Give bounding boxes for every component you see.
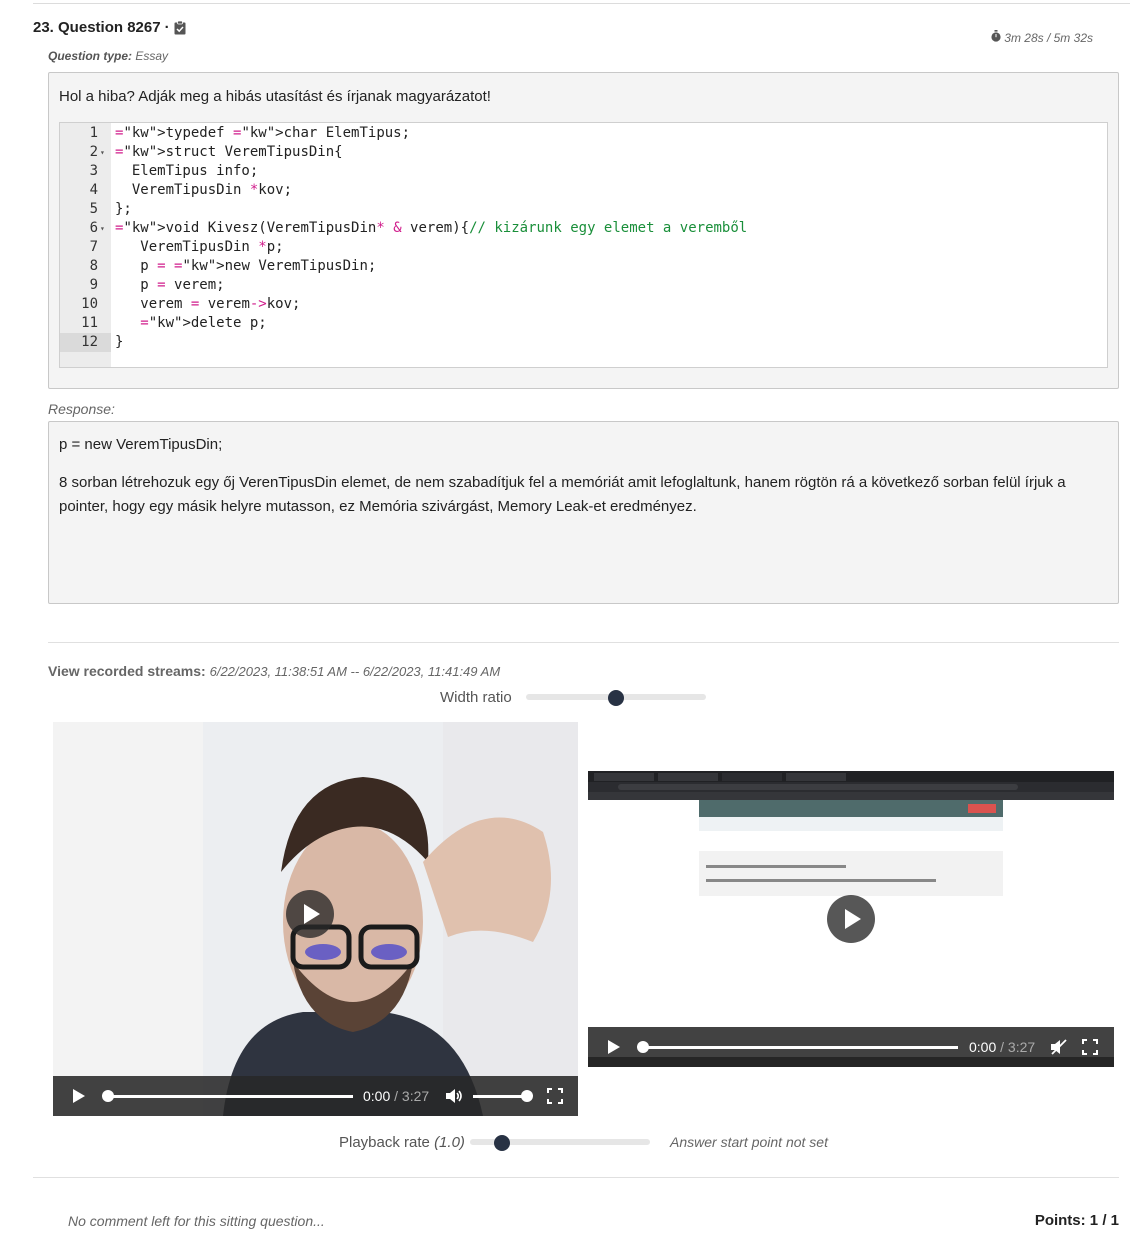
bottom-divider [33,1177,1119,1178]
code-line: 9 p = verem; [60,276,1107,295]
fullscreen-icon[interactable] [547,1088,563,1109]
question-type: Question type: Essay [48,49,169,63]
code-text: ="kw">delete p; [140,315,267,331]
code-text: VeremTipusDin *p; [115,239,284,255]
line-number: 5 [89,201,98,217]
code-line: 4 VeremTipusDin *kov; [60,181,1107,200]
question-header: 23. Question 8267 · [33,19,186,36]
code-text: ="kw">void Kivesz(VeremTipusDin* & verem… [115,220,748,236]
line-number: 1 [89,125,98,141]
line-number: 6 [89,220,98,236]
line-number: 2 [89,144,98,160]
code-text: p = verem; [115,277,225,293]
response-box: p = new VeremTipusDin; 8 sorban létrehoz… [48,421,1119,604]
question-timer: 3m 28s / 5m 32s [991,30,1093,45]
stopwatch-icon [991,30,1001,45]
volume-icon[interactable] [445,1088,463,1109]
screen-fullscreen-icon[interactable] [1082,1039,1098,1060]
line-number: 9 [89,277,98,293]
webcam-play-button[interactable] [73,1089,85,1103]
line-number: 11 [81,315,98,331]
code-text: ="kw">struct VeremTipusDin{ [115,144,343,160]
line-number: 12 [60,333,111,352]
question-title: 23. Question 8267 [33,19,161,36]
width-ratio-label: Width ratio [440,689,512,706]
code-line: 7 VeremTipusDin *p; [60,238,1107,257]
response-paragraph: 8 sorban létrehozuk egy őj VerenTipusDin… [59,474,1066,515]
code-line: 5}; [60,200,1107,219]
timer-text: 3m 28s / 5m 32s [1004,30,1093,45]
webcam-play-overlay[interactable] [286,890,334,938]
screen-play-button[interactable] [608,1040,620,1054]
muted-volume-icon[interactable] [1050,1039,1068,1060]
code-text: p = ="kw">new VeremTipusDin; [115,258,377,274]
screen-progress-bar[interactable] [642,1046,958,1049]
response-first-line: p = new VeremTipusDin; [59,436,223,453]
code-line: 8 p = ="kw">new VeremTipusDin; [60,257,1107,276]
width-ratio-slider-knob[interactable] [608,690,624,706]
clipboard-check-icon[interactable] [174,20,186,35]
answer-start-status: Answer start point not set [670,1134,828,1150]
screen-progress-knob[interactable] [637,1041,649,1053]
webcam-progress-bar[interactable] [107,1095,353,1098]
fold-toggle-icon[interactable]: ▾ [100,219,105,238]
code-text: } [115,334,124,350]
comment-placeholder: No comment left for this sitting questio… [68,1213,325,1229]
code-line: 11 ="kw">delete p; [60,314,1107,333]
line-number: 10 [81,296,98,312]
question-box: Hol a hiba? Adják meg a hibás utasítást … [48,72,1119,389]
volume-slider-knob[interactable] [521,1090,533,1102]
code-line: 6 ▾ ="kw">void Kivesz(VeremTipusDin* & ver… [60,219,1107,238]
title-separator: · [164,19,170,36]
screen-control-bar: 0:00 / 3:27 [588,1027,1114,1067]
line-number: 3 [89,163,98,179]
question-prompt: Hol a hiba? Adják meg a hibás utasítást … [59,88,491,105]
code-text: ="kw">typedef ="kw">char ElemTipus; [115,125,411,141]
line-number: 4 [89,182,98,198]
line-number: 7 [89,239,98,255]
screen-play-overlay[interactable] [827,895,875,943]
line-number: 8 [89,258,98,274]
streams-label: View recorded streams: [48,663,206,679]
streams-range: 6/22/2023, 11:38:51 AM -- 6/22/2023, 11:… [209,664,501,679]
screen-recording-video[interactable]: 0:00 / 3:27 [588,771,1114,1067]
code-line: 12} [60,333,1107,352]
webcam-video[interactable]: 0:00 / 3:27 [53,722,578,1116]
code-line: 3 ElemTipus info; [60,162,1107,181]
section-divider [48,642,1119,643]
code-line: 2 ▾ ="kw">struct VeremTipusDin{ [60,143,1107,162]
response-label: Response: [48,401,115,417]
screen-time: 0:00 / 3:27 [969,1039,1036,1055]
playback-rate-label: Playback rate (1.0) [339,1134,465,1151]
volume-slider[interactable] [473,1095,527,1098]
code-text: verem = verem->kov; [115,296,301,312]
code-text: }; [115,201,132,217]
points-score: Points: 1 / 1 [1034,1212,1119,1229]
webcam-control-bar: 0:00 / 3:27 [53,1076,578,1116]
fold-toggle-icon[interactable]: ▾ [100,143,105,162]
recorded-streams-line: View recorded streams: 6/22/2023, 11:38:… [48,663,500,679]
webcam-progress-knob[interactable] [102,1090,114,1102]
top-divider [33,3,1130,4]
code-text: VeremTipusDin *kov; [115,182,293,198]
code-editor[interactable]: 1 ="kw">typedef ="kw">char ElemTipus; 2 ▾ ="… [59,122,1108,368]
playback-rate-slider-knob[interactable] [494,1135,511,1151]
code-line: 1 ="kw">typedef ="kw">char ElemTipus; [60,124,1107,143]
webcam-time: 0:00 / 3:27 [363,1088,430,1104]
code-text: ElemTipus info; [115,163,259,179]
code-line: 10 verem = verem->kov; [60,295,1107,314]
